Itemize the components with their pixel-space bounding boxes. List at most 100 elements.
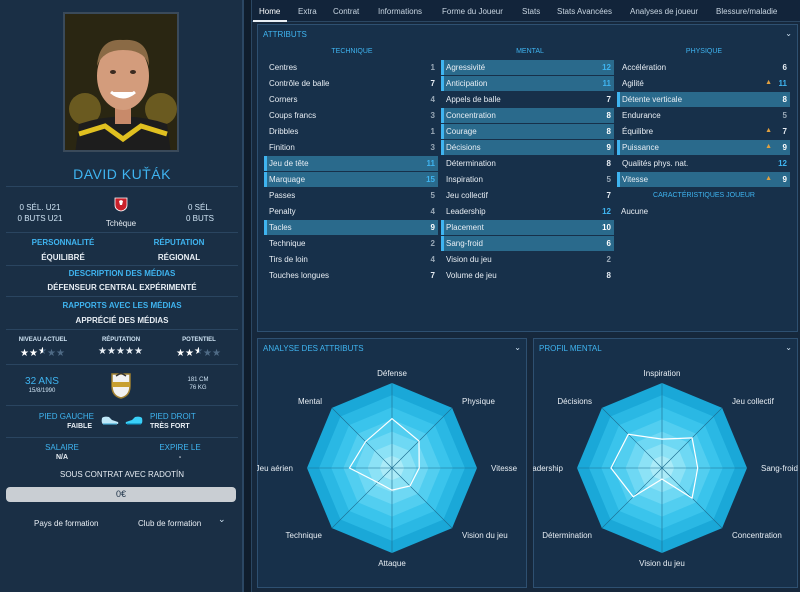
attribute-value: 12 — [602, 63, 611, 72]
divider — [6, 296, 238, 297]
mental-attribute-row[interactable]: Courage 8 — [441, 124, 614, 139]
mental-attribute-row[interactable]: Volume de jeu 8 — [441, 268, 614, 283]
technical-attribute-row[interactable]: Corners 4 — [264, 92, 438, 107]
media-relations-label: RAPPORTS AVEC LES MÉDIAS — [62, 301, 182, 310]
attribute-value: 1 — [430, 127, 435, 136]
tab-contract[interactable]: Contrat — [333, 7, 359, 16]
radar-label: Défense — [377, 369, 407, 378]
star-icon: ★ — [47, 348, 56, 359]
divider — [6, 329, 238, 330]
reputation-stars: ★★★★★ — [98, 347, 146, 357]
star-icon: ★ — [203, 348, 212, 359]
mental-attribute-row[interactable]: Anticipation 11 — [441, 76, 614, 91]
chevron-down-icon[interactable]: ⌄ — [218, 514, 226, 525]
technical-attribute-row[interactable]: Passes 5 — [264, 188, 438, 203]
attribute-name: Corners — [269, 95, 298, 104]
mental-attribute-row[interactable]: Sang-froid 6 — [441, 236, 614, 251]
player-photo — [63, 12, 179, 152]
highlight-marker — [441, 236, 444, 251]
technical-attribute-row[interactable]: Coups francs 3 — [264, 108, 438, 123]
radar-label: Décisions — [557, 397, 592, 406]
attribute-name: Endurance — [622, 111, 661, 120]
mental-attribute-row[interactable]: Décisions 9 — [441, 140, 614, 155]
divider — [6, 405, 238, 406]
attribute-name: Agressivité — [446, 63, 486, 72]
attribute-value: 15 — [426, 175, 435, 184]
technical-header: TECHNIQUE — [331, 48, 373, 55]
personality-value: ÉQUILIBRÉ — [41, 253, 85, 262]
physical-header: PHYSIQUE — [685, 48, 723, 55]
attribute-value: 7 — [430, 79, 435, 88]
technical-attribute-row[interactable]: Finition 3 — [264, 140, 438, 155]
technical-attribute-row[interactable]: Touches longues 7 — [264, 268, 438, 283]
attribute-value: 12 — [602, 207, 611, 216]
mental-attribute-row[interactable]: Agressivité 12 — [441, 60, 614, 75]
goals: 0 BUTS — [185, 214, 214, 223]
attribute-value: 6 — [782, 63, 787, 72]
chevron-down-icon[interactable]: ⌄ — [785, 29, 792, 38]
attribute-name: Vitesse — [622, 175, 649, 184]
physical-attribute-row[interactable]: Agilité 11 ▲ — [617, 76, 790, 91]
star-icon: ★ — [212, 348, 221, 359]
technical-attribute-row[interactable]: Centres 1 — [264, 60, 438, 75]
physical-attribute-row[interactable]: Qualités phys. nat. 12 — [617, 156, 790, 171]
technical-attribute-row[interactable]: Contrôle de balle 7 — [264, 76, 438, 91]
technical-attribute-row[interactable]: Marquage 15 — [264, 172, 438, 187]
tab-advanced-stats[interactable]: Stats Avancées — [557, 7, 612, 16]
attribute-value: 5 — [606, 175, 611, 184]
physical-attribute-row[interactable]: Détente verticale 8 — [617, 92, 790, 107]
tab-player-form[interactable]: Forme du Joueur — [442, 7, 503, 16]
physical-attribute-row[interactable]: Puissance 9 ▲ — [617, 140, 790, 155]
height: 181 CM — [187, 377, 209, 383]
physical-attribute-row[interactable]: Endurance 5 — [617, 108, 790, 123]
attribute-name: Courage — [446, 127, 477, 136]
salary-value: N/A — [55, 454, 69, 461]
reputation-label: RÉPUTATION — [153, 238, 205, 247]
nationality: Tchèque — [105, 219, 137, 228]
technical-attribute-row[interactable]: Penalty 4 — [264, 204, 438, 219]
radar-label: Jeu aérien — [257, 464, 293, 473]
tab-extra[interactable]: Extra — [298, 7, 317, 16]
technical-attribute-row[interactable]: Tirs de loin 4 — [264, 252, 438, 267]
highlight-marker — [264, 220, 267, 235]
caps: 0 SÉL. — [187, 203, 212, 212]
current-level-label: NIVEAU ACTUEL — [18, 337, 68, 343]
divider — [6, 186, 238, 187]
attribute-value: 4 — [430, 95, 435, 104]
mental-attribute-row[interactable]: Placement 10 — [441, 220, 614, 235]
highlight-marker — [441, 76, 444, 91]
mental-attribute-row[interactable]: Jeu collectif 7 — [441, 188, 614, 203]
mental-attribute-row[interactable]: Détermination 8 — [441, 156, 614, 171]
mental-attribute-row[interactable]: Inspiration 5 — [441, 172, 614, 187]
attribute-value: 2 — [430, 239, 435, 248]
tab-injury[interactable]: Blessure/maladie — [716, 7, 777, 16]
date-of-birth: 15/8/1990 — [28, 388, 56, 394]
physical-attribute-row[interactable]: Accélération 6 — [617, 60, 790, 75]
tab-home[interactable]: Home — [259, 7, 280, 16]
tab-information[interactable]: Informations — [378, 7, 422, 16]
highlight-marker — [264, 172, 267, 187]
attribute-value: 7 — [430, 271, 435, 280]
tab-player-analysis[interactable]: Analyses de joueur — [630, 7, 698, 16]
highlight-marker — [441, 60, 444, 75]
technical-attribute-row[interactable]: Technique 2 — [264, 236, 438, 251]
attribute-name: Détermination — [446, 159, 496, 168]
attribute-value: 11 — [426, 159, 435, 168]
technical-attribute-row[interactable]: Jeu de tête 11 — [264, 156, 438, 171]
mental-attribute-row[interactable]: Vision du jeu 2 — [441, 252, 614, 267]
training-club: Club de formation — [138, 519, 202, 528]
mental-attribute-row[interactable]: Concentration 8 — [441, 108, 614, 123]
technical-attribute-row[interactable]: Dribbles 1 — [264, 124, 438, 139]
radar-label: Technique — [286, 531, 323, 540]
technical-attribute-row[interactable]: Tacles 9 — [264, 220, 438, 235]
physical-attribute-row[interactable]: Vitesse 9 ▲ — [617, 172, 790, 187]
mental-attribute-row[interactable]: Appels de balle 7 — [441, 92, 614, 107]
attribute-value: 5 — [430, 191, 435, 200]
panel-divider — [244, 0, 252, 592]
attribute-value: 11 — [778, 79, 787, 88]
player-portrait-image — [65, 14, 177, 150]
mental-attribute-row[interactable]: Leadership 12 — [441, 204, 614, 219]
physical-attribute-row[interactable]: Équilibre 7 ▲ — [617, 124, 790, 139]
tab-stats[interactable]: Stats — [522, 7, 540, 16]
radar-label: Concentration — [732, 531, 782, 540]
